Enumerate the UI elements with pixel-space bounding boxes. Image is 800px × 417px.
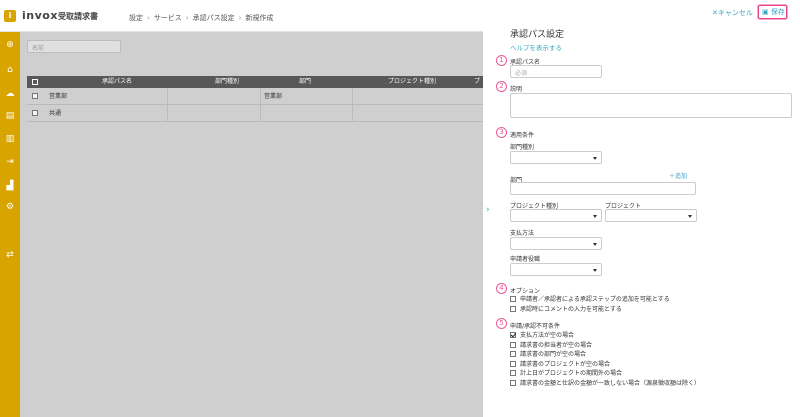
export-icon[interactable]: ⇥: [4, 156, 16, 168]
chevron-right-icon: ›: [238, 14, 242, 22]
conditions-label: 適用条件: [510, 132, 535, 139]
denial-amount-mismatch[interactable]: 請求書の金額と仕訳の金額が一致しない場合（源泉徴収額は除く）: [510, 378, 701, 387]
description-textarea[interactable]: [510, 93, 792, 118]
table-row[interactable]: 共通: [27, 105, 483, 122]
breadcrumb-item[interactable]: サービス: [154, 14, 182, 22]
checkbox[interactable]: [510, 342, 516, 348]
approval-path-name-input[interactable]: 必須: [510, 65, 602, 78]
transfer-icon[interactable]: ⇄: [4, 249, 16, 261]
cell-name: 共通: [49, 110, 62, 117]
checkbox[interactable]: [510, 351, 516, 357]
cell-divider: [352, 88, 353, 104]
main-list-area: 名前 承認パス名 部門種別 部門 プロジェクト種別 プ 営業部 営業部 共通: [20, 32, 483, 417]
collapse-panel-icon[interactable]: ›: [486, 205, 490, 215]
select-all-checkbox[interactable]: [32, 79, 38, 85]
denial-conditions-label: 申請/承認不可条件: [510, 323, 561, 330]
cell-divider: [167, 88, 168, 104]
dept-type-label: 部門種別: [510, 144, 535, 151]
cell-dept: 営業部: [264, 93, 283, 100]
column-header[interactable]: 部門: [260, 76, 350, 88]
option-label: 申請者／承認者による承認ステップの追加を可能とする: [520, 296, 670, 303]
denial-payment-empty[interactable]: 支払方法が空の場合: [510, 330, 575, 339]
document-icon[interactable]: ▤: [4, 110, 16, 122]
condition-label: 請求書のプロジェクトが空の場合: [520, 361, 611, 368]
logo-mark: i: [4, 10, 16, 22]
option-add-approval-step[interactable]: 申請者／承認者による承認ステップの追加を可能とする: [510, 294, 670, 303]
step-marker: 2: [496, 81, 507, 92]
table-header: 承認パス名 部門種別 部門 プロジェクト種別 プ: [27, 76, 483, 88]
row-checkbox[interactable]: [32, 110, 38, 116]
gear-icon[interactable]: ⚙: [4, 201, 16, 213]
cancel-button[interactable]: ✕キャンセル: [712, 8, 753, 18]
description-label: 説明: [510, 86, 523, 93]
add-label: 追加: [675, 173, 688, 180]
payment-method-label: 支払方法: [510, 230, 535, 237]
column-header[interactable]: プ: [474, 76, 483, 88]
payment-method-select[interactable]: [510, 237, 602, 250]
step-marker: 5: [496, 318, 507, 329]
condition-label: 請求書の部門が空の場合: [520, 351, 587, 358]
add-dept-button[interactable]: ＋追加: [669, 171, 687, 180]
table-row[interactable]: 営業部 営業部: [27, 88, 483, 105]
plus-circle-icon[interactable]: ⊕: [4, 39, 16, 51]
save-label: 保存: [770, 8, 785, 16]
breadcrumb-item[interactable]: 承認パス設定: [193, 14, 235, 22]
condition-label: 請求書の金額と仕訳の金額が一致しない場合（源泉徴収額は除く）: [520, 380, 701, 387]
breadcrumb: 設定 › サービス › 承認パス設定 › 新規作成: [129, 13, 273, 23]
project-select[interactable]: [605, 209, 697, 222]
denial-date-out-of-range[interactable]: 計上日がプロジェクトの期間外の場合: [510, 368, 623, 377]
condition-label: 請求書の担当者が空の場合: [520, 342, 593, 349]
column-header[interactable]: 承認パス名: [47, 76, 187, 88]
condition-label: 支払方法が空の場合: [520, 332, 575, 339]
column-header[interactable]: プロジェクト種別: [352, 76, 472, 88]
cell-divider: [167, 105, 168, 121]
chevron-right-icon: ›: [147, 14, 150, 22]
building-icon[interactable]: ▥: [4, 133, 16, 145]
checkbox[interactable]: [510, 306, 516, 312]
dept-type-select[interactable]: [510, 151, 602, 164]
option-approval-comment[interactable]: 承認時にコメントの入力を可能とする: [510, 304, 622, 313]
cell-divider: [260, 105, 261, 121]
save-icon: ▣: [762, 8, 769, 16]
home-icon[interactable]: ⌂: [4, 64, 16, 76]
dept-input[interactable]: [510, 182, 696, 195]
step-marker: 1: [496, 55, 507, 66]
app-sidebar: ⊕ ⌂ ☁ ▤ ▥ ⇥ ▟ ⚙ ⇄: [0, 0, 20, 417]
cancel-label: キャンセル: [717, 9, 753, 17]
checkbox[interactable]: [510, 380, 516, 386]
checkbox-checked[interactable]: [510, 332, 516, 338]
chart-icon[interactable]: ▟: [4, 180, 16, 192]
cloud-upload-icon[interactable]: ☁: [4, 88, 16, 100]
applicant-role-select[interactable]: [510, 263, 602, 276]
breadcrumb-item[interactable]: 設定: [129, 14, 143, 22]
product-name: 受取請求書: [58, 12, 98, 21]
checkbox[interactable]: [510, 296, 516, 302]
project-type-select[interactable]: [510, 209, 602, 222]
save-button[interactable]: ▣ 保存: [758, 5, 787, 19]
condition-label: 計上日がプロジェクトの期間外の場合: [520, 370, 623, 377]
checkbox[interactable]: [510, 370, 516, 376]
cell-divider: [352, 105, 353, 121]
search-input[interactable]: 名前: [27, 40, 121, 53]
help-link[interactable]: ヘルプを表示する: [510, 42, 562, 52]
breadcrumb-current: 新規作成: [245, 14, 274, 22]
row-checkbox[interactable]: [32, 93, 38, 99]
logo[interactable]: invox: [22, 9, 58, 22]
step-marker: 4: [496, 283, 507, 294]
option-label: 承認時にコメントの入力を可能とする: [520, 306, 622, 313]
cell-divider: [260, 88, 261, 104]
top-header: i invox 受取請求書 設定 › サービス › 承認パス設定 › 新規作成: [0, 0, 483, 32]
denial-assignee-empty[interactable]: 請求書の担当者が空の場合: [510, 340, 593, 349]
denial-dept-empty[interactable]: 請求書の部門が空の場合: [510, 349, 587, 358]
approval-path-table: 承認パス名 部門種別 部門 プロジェクト種別 プ 営業部 営業部 共通: [27, 76, 483, 122]
approval-path-settings-panel: › ✕キャンセル ▣ 保存 承認パス設定 ヘルプを表示する 1 承認パス名 必須…: [483, 0, 800, 417]
step-marker: 3: [496, 127, 507, 138]
panel-title: 承認パス設定: [510, 30, 565, 40]
checkbox[interactable]: [510, 361, 516, 367]
chevron-right-icon: ›: [185, 14, 189, 22]
applicant-role-label: 申請者役職: [510, 256, 541, 263]
denial-project-empty[interactable]: 請求書のプロジェクトが空の場合: [510, 359, 611, 368]
cell-name: 営業部: [49, 93, 68, 100]
